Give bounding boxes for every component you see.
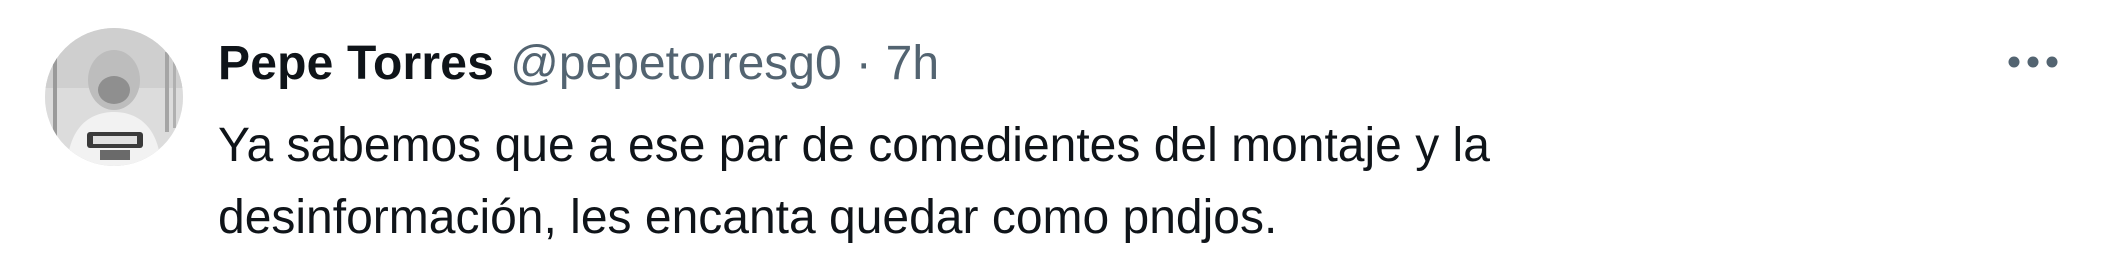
avatar-image	[45, 28, 183, 166]
author-handle[interactable]: @pepetorresg0	[510, 36, 842, 91]
header-separator: ·	[855, 36, 872, 90]
tweet-text-line-2: desinformación, les encanta quedar como …	[218, 191, 1278, 244]
avatar[interactable]	[45, 28, 183, 166]
author-display-name[interactable]: Pepe Torres	[218, 36, 494, 91]
tweet-text: Ya sabemos que a ese par de comedientes …	[218, 110, 1818, 254]
tweet-header: Pepe Torres @pepetorresg0 · 7h	[218, 28, 939, 98]
tweet-card: Pepe Torres @pepetorresg0 · 7h Ya sabemo…	[0, 0, 2110, 266]
tweet-timestamp[interactable]: 7h	[886, 36, 939, 91]
more-options-button[interactable]	[2000, 40, 2066, 84]
more-horizontal-icon	[2008, 56, 2058, 68]
tweet-text-line-1: Ya sabemos que a ese par de comedientes …	[218, 119, 1490, 172]
